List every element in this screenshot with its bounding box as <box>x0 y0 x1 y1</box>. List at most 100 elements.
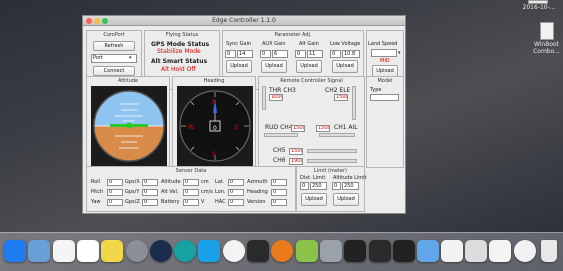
ele-label: CH2 ELE <box>325 87 351 94</box>
ch6-label: CH6 <box>273 157 286 164</box>
trash-icon[interactable] <box>541 240 557 262</box>
alt-limit-label: Altitude Limit <box>333 175 367 181</box>
battery-field: 0 <box>183 199 199 206</box>
equalizer-icon[interactable] <box>392 240 415 262</box>
android-studio-icon[interactable] <box>295 240 318 262</box>
altitude-unit: cm <box>201 179 209 185</box>
low-voltage-spin[interactable]: 0 <box>330 50 341 58</box>
chrome-icon[interactable] <box>513 240 536 262</box>
ele-value: 1500 <box>334 94 348 101</box>
thr-label: THR CH3 <box>269 87 296 94</box>
yaw-label: Yaw <box>91 199 101 205</box>
heading-label: Heading <box>247 189 268 195</box>
gps-mode-value: Stabilize Mode <box>157 48 201 55</box>
chevron-down-icon[interactable]: ▾ <box>398 49 403 57</box>
window-title: Edge Controller 1.1.0 <box>212 17 276 24</box>
heading-panel: Heading N E S W 0 <box>172 76 256 168</box>
connect-button[interactable]: Connect <box>93 66 135 76</box>
gpsz-field: 0 <box>142 199 158 206</box>
unity-icon[interactable] <box>247 240 269 262</box>
alt-smart-value: Alt Hold Off <box>161 66 196 73</box>
ail-value: 1500 <box>316 125 330 132</box>
refresh-button[interactable]: Refresh <box>93 41 135 51</box>
hac-field: 0 <box>228 199 244 206</box>
alt-gain-field[interactable]: 11 <box>307 50 323 58</box>
low-voltage-field[interactable]: 10.8 <box>342 50 360 58</box>
sync-gain-spin[interactable]: 0 <box>225 50 236 58</box>
alt-limit-upload-button[interactable]: Upload <box>333 193 359 206</box>
window-icon[interactable] <box>465 240 488 262</box>
compass-s-label: S <box>212 151 216 158</box>
system-preferences-icon[interactable] <box>125 240 148 262</box>
alt-smart-label: Alt Smart Status <box>151 58 208 65</box>
notes-icon[interactable] <box>76 240 99 262</box>
alt-limit-field[interactable]: 250 <box>342 182 359 190</box>
winboot-icon[interactable] <box>540 22 554 40</box>
calendar-icon[interactable] <box>52 240 75 262</box>
dist-limit-upload-button[interactable]: Upload <box>301 193 327 206</box>
sync-gain-label: Sync Gain <box>226 41 252 47</box>
lon-field: 0 <box>228 189 244 196</box>
model-header: Model <box>377 78 393 84</box>
comport-header: ComPort <box>103 32 125 38</box>
arduino-icon[interactable] <box>174 240 197 262</box>
alt-limit-spin[interactable]: 0 <box>332 182 341 190</box>
chevron-down-icon[interactable]: ▾ <box>129 55 136 62</box>
compass-n-label: N <box>212 99 217 106</box>
land-speed-level: MID <box>380 58 390 64</box>
rud-value: 1500 <box>291 125 305 132</box>
attitude-indicator <box>91 86 167 166</box>
gpsy-label: Gps/Y <box>125 189 140 195</box>
app-store-icon[interactable] <box>4 240 26 262</box>
lat-label: Lat. <box>215 179 225 185</box>
amazon-icon[interactable] <box>368 240 391 262</box>
pitch-field: 0 <box>107 189 123 196</box>
rc-signal-panel: Remote Controller Signal THR CH3 1000 CH… <box>258 76 365 168</box>
document-icon[interactable] <box>489 240 512 262</box>
document-icon[interactable] <box>440 240 463 262</box>
aux-upload-button[interactable]: Upload <box>261 60 287 73</box>
title-bar[interactable]: Edge Controller 1.1.0 <box>83 16 405 26</box>
azimuth-field: 0 <box>271 179 287 186</box>
heading-field: 0 <box>271 189 287 196</box>
lat-field: 0 <box>228 179 244 186</box>
sync-upload-button[interactable]: Upload <box>226 60 252 73</box>
stickies-icon[interactable] <box>101 240 124 262</box>
controller-window: Edge Controller 1.1.0 ComPort Refresh Po… <box>82 15 406 214</box>
utility-icon[interactable] <box>319 240 342 262</box>
throttle-bar <box>262 86 266 110</box>
sync-gain-field[interactable]: 14 <box>237 50 253 58</box>
preview-icon[interactable] <box>28 240 51 262</box>
limit-panel: Limit (meter) Dist. Limit Altitude Limit… <box>296 166 367 212</box>
compass-w-label: W <box>188 124 194 131</box>
type-field[interactable] <box>370 94 399 101</box>
land-speed-select[interactable] <box>371 49 397 57</box>
alt-gain-spin[interactable]: 0 <box>295 50 306 58</box>
gpsz-label: Gps/Z <box>125 199 140 205</box>
land-speed-label: Land Speed <box>368 41 398 47</box>
terminal-icon[interactable] <box>344 240 367 262</box>
altitude-label: Altitude <box>161 179 181 185</box>
aileron-bar <box>319 133 355 137</box>
aux-gain-spin[interactable]: 0 <box>260 50 271 58</box>
aux-gain-field[interactable]: 6 <box>272 50 288 58</box>
folder-icon[interactable] <box>416 240 439 262</box>
heading-header: Heading <box>203 78 225 84</box>
steam-icon[interactable] <box>149 240 172 262</box>
version-field: 0 <box>271 199 287 206</box>
dist-limit-spin[interactable]: 0 <box>300 182 309 190</box>
rud-label: RUD CH4 <box>265 124 293 131</box>
skype-icon[interactable] <box>198 240 221 262</box>
azimuth-label: Azimuth <box>247 179 268 185</box>
dist-limit-field[interactable]: 250 <box>310 182 327 190</box>
type-label: Type <box>370 87 382 93</box>
elevator-bar <box>352 86 356 120</box>
low-voltage-label: Low Voltage <box>330 41 361 47</box>
roll-label: Roll <box>91 179 101 185</box>
alt-upload-button[interactable]: Upload <box>296 60 322 73</box>
altitude-field: 0 <box>183 179 199 186</box>
aux-gain-label: AUX Gain <box>262 41 286 47</box>
dist-limit-label: Dist. Limit <box>300 175 326 181</box>
low-voltage-upload-button[interactable]: Upload <box>332 60 358 73</box>
scratch-icon[interactable] <box>222 240 245 262</box>
